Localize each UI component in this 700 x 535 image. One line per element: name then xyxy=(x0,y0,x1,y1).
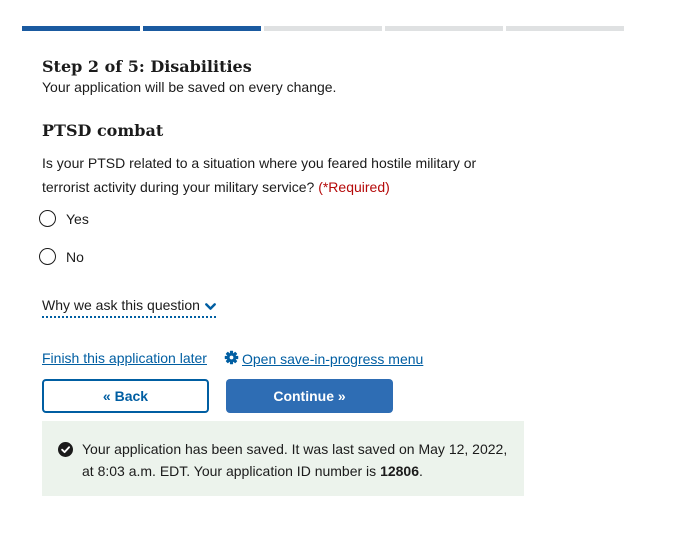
check-circle-icon xyxy=(58,442,73,462)
back-button[interactable]: « Back xyxy=(42,379,209,413)
progress-segment-2 xyxy=(143,26,261,31)
gear-icon xyxy=(224,350,239,368)
radio-label-no[interactable]: No xyxy=(66,249,84,265)
question-text: Is your PTSD related to a situation wher… xyxy=(42,155,477,195)
open-save-menu-label[interactable]: Open save-in-progress menu xyxy=(242,351,423,367)
alert-text-end: . xyxy=(419,463,423,479)
step-subtitle: Your application will be saved on every … xyxy=(42,79,337,95)
alert-text: Your application has been saved. It was … xyxy=(82,441,508,479)
radio-button-yes[interactable] xyxy=(39,210,56,227)
radio-option-no[interactable]: No xyxy=(39,248,84,265)
chevron-down-icon xyxy=(205,298,216,314)
progress-segment-4 xyxy=(385,26,503,31)
radio-label-yes[interactable]: Yes xyxy=(66,211,89,227)
why-we-ask-label[interactable]: Why we ask this question xyxy=(42,297,200,313)
section-title: PTSD combat xyxy=(42,121,164,140)
step-title: Step 2 of 5: Disabilities xyxy=(42,57,252,76)
radio-button-no[interactable] xyxy=(39,248,56,265)
question-label: Is your PTSD related to a situation wher… xyxy=(42,151,502,199)
save-success-alert: Your application has been saved. It was … xyxy=(42,421,524,496)
required-label: (*Required) xyxy=(318,179,390,195)
finish-later-link[interactable]: Finish this application later xyxy=(42,350,207,366)
progress-segment-1 xyxy=(22,26,140,31)
continue-button[interactable]: Continue » xyxy=(226,379,393,413)
radio-option-yes[interactable]: Yes xyxy=(39,210,89,227)
open-save-menu-link[interactable]: Open save-in-progress menu xyxy=(224,350,423,368)
progress-segment-3 xyxy=(264,26,382,31)
why-we-ask-toggle[interactable]: Why we ask this question xyxy=(42,297,216,319)
alert-message: Your application has been saved. It was … xyxy=(82,438,512,482)
progress-bar xyxy=(22,26,624,31)
progress-segment-5 xyxy=(506,26,624,31)
application-id: 12806 xyxy=(380,463,419,479)
